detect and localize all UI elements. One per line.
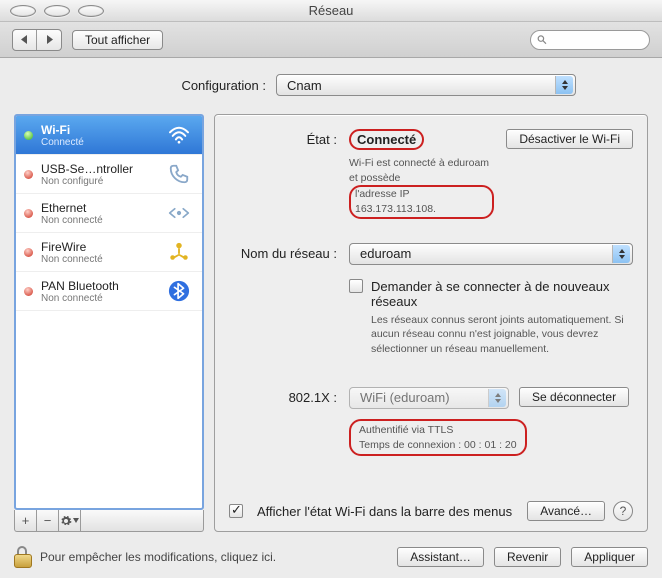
revert-button[interactable]: Revenir: [494, 547, 561, 567]
titlebar: Réseau: [0, 0, 662, 22]
help-button[interactable]: ?: [613, 501, 633, 521]
nav-back-forward: [12, 29, 62, 51]
configuration-select-value: Cnam: [287, 78, 322, 93]
ethernet-icon: [166, 200, 192, 226]
status-dot-error: [24, 209, 33, 218]
sidebar-item-name: PAN Bluetooth: [41, 279, 158, 293]
network-name-value: eduroam: [360, 246, 411, 261]
gear-icon: [60, 515, 72, 527]
disconnect-button[interactable]: Se déconnecter: [519, 387, 629, 407]
configuration-label: Configuration :: [86, 78, 266, 93]
select-arrows-icon: [612, 245, 630, 263]
toolbar: Tout afficher: [0, 22, 662, 58]
sidebar-item-firewire[interactable]: FireWire Non connecté: [16, 233, 202, 272]
select-arrows-icon: [555, 76, 573, 94]
firewire-icon: [166, 239, 192, 265]
network-name-select[interactable]: eduroam: [349, 243, 633, 265]
sidebar-item-status: Non connecté: [41, 293, 158, 304]
sidebar-item-wifi[interactable]: Wi-Fi Connecté: [16, 116, 202, 155]
status-dot-error: [24, 248, 33, 257]
show-wifi-menubar-label: Afficher l'état Wi-Fi dans la barre des …: [257, 504, 512, 519]
auth-method-text: Authentifié via TTLS: [359, 424, 453, 436]
add-interface-button[interactable]: +: [15, 510, 37, 531]
lock-icon[interactable]: [14, 546, 32, 568]
search-input[interactable]: [551, 33, 643, 47]
connection-time-text: Temps de connexion : 00 : 01 : 20: [359, 439, 517, 451]
sidebar-item-bluetooth-pan[interactable]: PAN Bluetooth Non connecté: [16, 272, 202, 311]
dot1x-profile-value: WiFi (eduroam): [360, 390, 450, 405]
status-dot-connected: [24, 131, 33, 140]
status-dot-error: [24, 287, 33, 296]
show-wifi-menubar-checkbox[interactable]: [229, 504, 243, 518]
select-arrows-icon: [488, 389, 506, 407]
configuration-select[interactable]: Cnam: [276, 74, 576, 96]
lock-text: Pour empêcher les modifications, cliquez…: [40, 550, 276, 564]
sidebar-item-usb-controller[interactable]: USB-Se…ntroller Non configuré: [16, 155, 202, 194]
search-icon: [537, 34, 547, 45]
interface-details: État : Connecté Wi-Fi est connecté à edu…: [214, 114, 648, 532]
wifi-icon: [166, 122, 192, 148]
interface-actions-button[interactable]: [59, 510, 81, 531]
ask-new-networks-desc: Les réseaux connus seront joints automat…: [371, 313, 633, 357]
bluetooth-icon: [166, 278, 192, 304]
ask-new-networks-checkbox[interactable]: [349, 279, 363, 293]
sidebar-item-name: USB-Se…ntroller: [41, 162, 158, 176]
dot1x-profile-select[interactable]: WiFi (eduroam): [349, 387, 509, 409]
sidebar-item-ethernet[interactable]: Ethernet Non connecté: [16, 194, 202, 233]
search-field[interactable]: [530, 30, 650, 50]
chevron-down-icon: [73, 518, 79, 523]
toggle-wifi-button[interactable]: Désactiver le Wi-Fi: [506, 129, 633, 149]
nav-forward-button[interactable]: [37, 30, 61, 50]
sidebar-item-status: Non connecté: [41, 215, 158, 226]
ask-new-networks-title: Demander à se connecter à de nouveaux ré…: [371, 279, 633, 309]
advanced-button[interactable]: Avancé…: [527, 501, 605, 521]
show-all-button[interactable]: Tout afficher: [72, 30, 163, 50]
remove-interface-button[interactable]: −: [37, 510, 59, 531]
sidebar-item-status: Non connecté: [41, 254, 158, 265]
status-dot-error: [24, 170, 33, 179]
nav-back-button[interactable]: [13, 30, 37, 50]
network-name-label: Nom du réseau :: [229, 243, 349, 357]
sidebar-item-name: Wi-Fi: [41, 123, 158, 137]
state-subtext-1: Wi-Fi est connecté à eduroam et possède: [349, 157, 489, 184]
state-label: État :: [229, 129, 349, 219]
sidebar-item-status: Connecté: [41, 137, 158, 148]
dot1x-label: 802.1X :: [229, 387, 349, 456]
window-title: Réseau: [0, 3, 662, 18]
sidebar-item-name: FireWire: [41, 240, 158, 254]
interface-sidebar[interactable]: Wi-Fi Connecté USB-Se…ntroller Non confi…: [14, 114, 204, 510]
apply-button[interactable]: Appliquer: [571, 547, 648, 567]
sidebar-item-name: Ethernet: [41, 201, 158, 215]
state-value: Connecté: [349, 129, 424, 150]
assistant-button[interactable]: Assistant…: [397, 547, 484, 567]
phone-icon: [166, 161, 192, 187]
state-subtext-ip: l'adresse IP 163.173.113.108.: [349, 185, 494, 218]
sidebar-item-status: Non configuré: [41, 176, 158, 187]
